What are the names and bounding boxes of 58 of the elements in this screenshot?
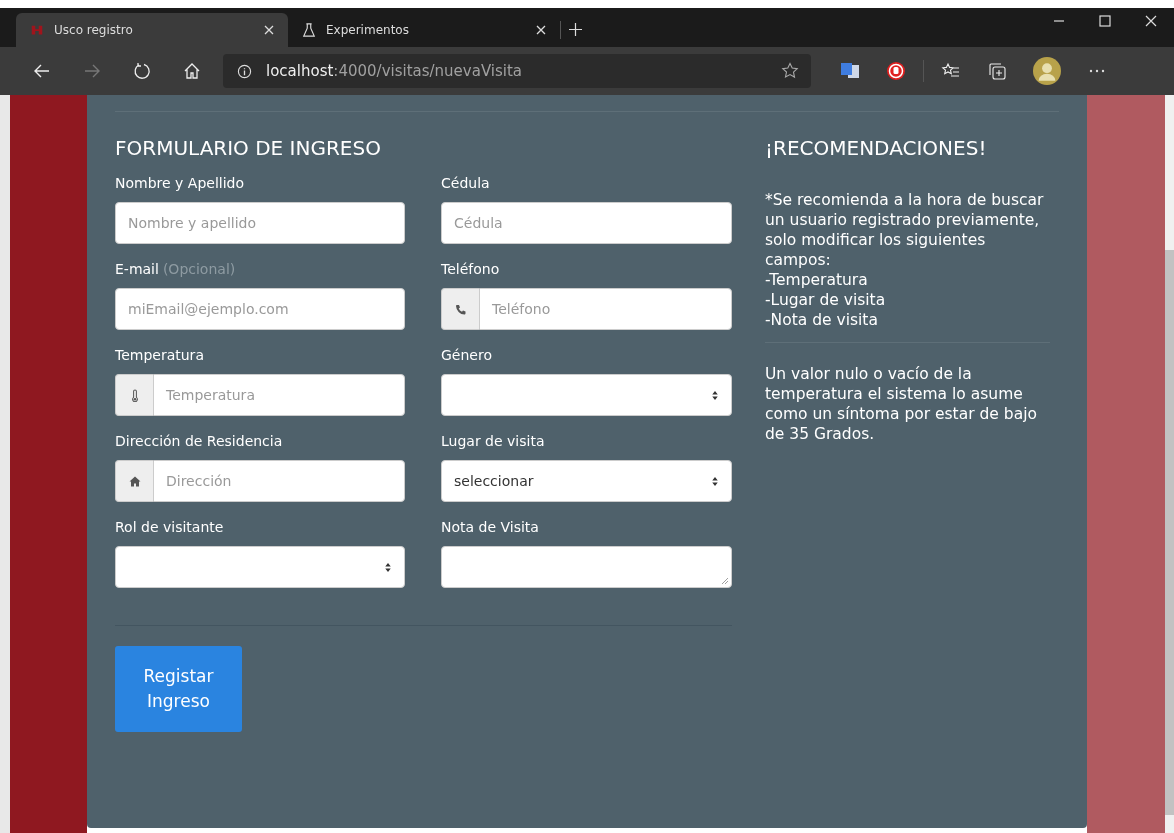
close-icon[interactable] — [536, 25, 546, 35]
select-field[interactable]: seleccionar — [441, 460, 732, 502]
info-icon[interactable] — [237, 63, 252, 79]
url-text: localhost:4000/visitas/nuevaVisita — [266, 62, 523, 80]
home-icon — [128, 474, 141, 488]
field-label: Nota de Visita — [441, 519, 539, 535]
field-label: Dirección de Residencia — [115, 433, 283, 449]
input-field[interactable]: Nombre y apellido — [115, 202, 405, 244]
phone-icon — [454, 302, 467, 316]
scrollbar[interactable] — [1165, 95, 1174, 833]
select-arrows-icon — [384, 561, 392, 573]
site-icon — [30, 23, 44, 37]
scroll-thumb[interactable] — [1165, 250, 1174, 815]
recommendation-text: -Temperatura — [765, 270, 869, 290]
close-icon[interactable] — [1145, 15, 1157, 27]
recommendation-text: -Nota de visita — [765, 310, 879, 330]
recommendation-text: -Lugar de visita — [765, 290, 887, 310]
register-button[interactable]: Registar Ingreso — [115, 646, 242, 732]
collections-icon[interactable] — [987, 61, 1007, 81]
close-icon[interactable] — [264, 25, 274, 35]
select-field[interactable] — [441, 374, 732, 416]
field-label: Rol de visitante — [115, 519, 224, 535]
field-label: Lugar de visita — [441, 433, 545, 449]
select-arrows-icon — [711, 389, 719, 401]
tab-title: Experimentos — [326, 23, 410, 37]
form-title: FORMULARIO DE INGRESO — [115, 136, 382, 162]
input-field[interactable]: Dirección — [153, 460, 405, 502]
favorite-star-icon[interactable] — [781, 62, 799, 80]
input-field[interactable]: miEmail@ejemplo.com — [115, 288, 405, 330]
textarea-field[interactable] — [441, 546, 732, 588]
address-bar[interactable]: localhost:4000/visitas/nuevaVisita — [223, 54, 811, 88]
forward-icon[interactable] — [83, 62, 101, 80]
flask-icon — [302, 23, 316, 37]
field-label: Cédula — [441, 175, 490, 191]
new-tab-icon[interactable] — [569, 23, 582, 36]
field-label: Teléfono — [441, 261, 500, 277]
field-label: Nombre y Apellido — [115, 175, 244, 191]
input-field[interactable]: Temperatura — [153, 374, 405, 416]
browser-tab[interactable]: Usco registro — [16, 13, 288, 47]
recommendations-title: ¡RECOMENDACIONES! — [765, 136, 988, 162]
select-field[interactable] — [115, 546, 405, 588]
browser-tab[interactable]: Experimentos — [288, 13, 560, 47]
maximize-icon[interactable] — [1099, 15, 1111, 27]
field-label: Género — [441, 347, 492, 363]
tab-title: Usco registro — [54, 23, 134, 37]
optional-hint: (Opcional) — [162, 261, 236, 277]
avatar-icon[interactable] — [1033, 57, 1061, 85]
resize-grip-icon[interactable] — [721, 577, 729, 585]
input-field[interactable]: Cédula — [441, 202, 732, 244]
field-label: Temperatura — [115, 347, 204, 363]
recommendation-text: *Se recomienda a la hora de buscar un usuario registrado previamente, solo modificar los siguientes campos: — [765, 190, 1045, 270]
select-arrows-icon — [711, 475, 719, 487]
home-icon[interactable] — [183, 62, 201, 80]
field-label: E-mail — [115, 261, 159, 277]
input-field[interactable]: Teléfono — [479, 288, 732, 330]
note-text: Un valor nulo o vacío de la temperatura el sistema lo asume como un síntoma por estar de bajo de 35 Grados. — [765, 364, 1038, 444]
refresh-icon[interactable] — [133, 62, 151, 80]
back-icon[interactable] — [33, 62, 51, 80]
